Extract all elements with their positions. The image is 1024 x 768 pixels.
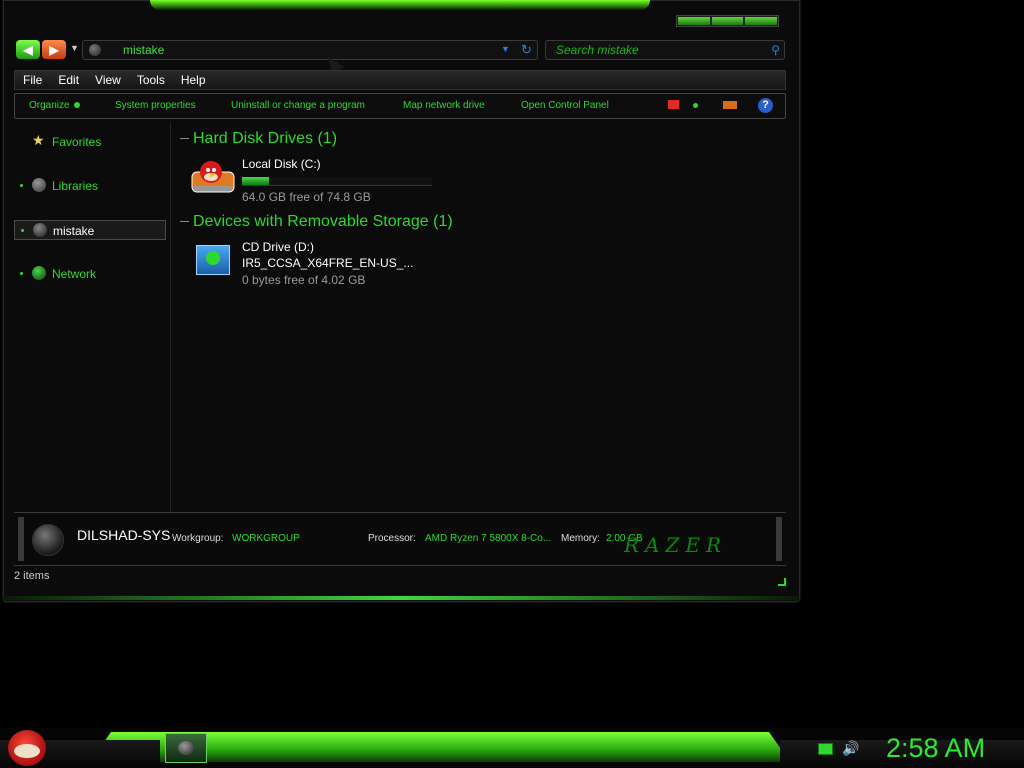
- navigation-pane: ★ Favorites Libraries mistake Network: [14, 122, 170, 512]
- menu-view[interactable]: View: [95, 73, 121, 87]
- collapse-icon: [180, 138, 189, 140]
- map-network-drive-button[interactable]: Map network drive: [403, 100, 485, 111]
- close-button[interactable]: [745, 17, 778, 25]
- menu-help[interactable]: Help: [181, 73, 206, 87]
- razer-logo: RAZER: [624, 533, 728, 557]
- search-placeholder[interactable]: Search mistake: [556, 43, 639, 57]
- computer-icon: [33, 223, 47, 237]
- expand-icon[interactable]: [20, 184, 23, 187]
- details-pane: DILSHAD-SYS Workgroup: WORKGROUP Process…: [14, 512, 786, 566]
- volume-icon[interactable]: 🔊: [842, 740, 859, 757]
- view-options-icon[interactable]: [668, 100, 679, 109]
- help-icon[interactable]: ?: [758, 98, 773, 113]
- title-glow: [150, 0, 650, 10]
- organize-dropdown-icon: [73, 102, 80, 109]
- organize-button[interactable]: Organize: [29, 100, 80, 111]
- nav-network-label: Network: [52, 267, 97, 281]
- processor-value: AMD Ryzen 7 5800X 8-Co...: [425, 533, 552, 544]
- nav-computer-label: mistake: [53, 224, 95, 238]
- nav-libraries-label: Libraries: [52, 179, 99, 193]
- uninstall-program-button[interactable]: Uninstall or change a program: [231, 100, 365, 111]
- menu-bar: File Edit View Tools Help: [14, 70, 786, 90]
- computer-name: DILSHAD-SYS: [77, 527, 171, 543]
- search-icon[interactable]: ⚲: [771, 43, 780, 57]
- address-bar[interactable]: mistake ▼ ↻: [82, 40, 538, 60]
- recent-pages-dropdown-icon[interactable]: ▼: [70, 43, 79, 53]
- address-text: mistake: [123, 43, 165, 57]
- open-control-panel-button[interactable]: Open Control Panel: [521, 100, 609, 111]
- minimize-button[interactable]: [678, 17, 710, 25]
- processor-label: Processor:: [368, 533, 416, 544]
- resize-grip-icon[interactable]: [778, 578, 786, 586]
- workgroup-value: WORKGROUP: [232, 533, 300, 544]
- local-disk-icon[interactable]: [190, 158, 236, 198]
- collapse-icon: [180, 221, 189, 223]
- nav-libraries[interactable]: Libraries: [14, 176, 166, 196]
- nav-network[interactable]: Network: [14, 264, 166, 284]
- taskbar-explorer-button[interactable]: [165, 733, 207, 763]
- group-hdd-title: Hard Disk Drives (1): [193, 130, 338, 147]
- system-properties-button[interactable]: System properties: [115, 100, 196, 111]
- libraries-icon: [32, 178, 46, 192]
- menu-file[interactable]: File: [23, 73, 42, 87]
- network-tray-icon[interactable]: [818, 743, 833, 755]
- cd-drive-label: IR5_CCSA_X64FRE_EN-US_...: [242, 256, 414, 270]
- cd-drive-icon[interactable]: [196, 245, 230, 275]
- computer-icon: [32, 524, 64, 556]
- start-button-angry-bird-icon[interactable]: [8, 730, 46, 766]
- cd-drive-name[interactable]: CD Drive (D:): [242, 240, 314, 254]
- network-icon: [32, 266, 46, 280]
- local-disk-free-space: 64.0 GB free of 74.8 GB: [242, 190, 371, 204]
- address-dropdown-icon[interactable]: ▼: [501, 44, 510, 54]
- local-disk-usage-bar: [242, 177, 432, 186]
- workgroup-label: Workgroup:: [172, 533, 224, 544]
- preview-pane-icon[interactable]: [723, 101, 737, 109]
- organize-label: Organize: [29, 100, 70, 111]
- group-removable-title: Devices with Removable Storage (1): [193, 213, 453, 230]
- nav-favorites[interactable]: ★ Favorites: [14, 132, 166, 152]
- search-box[interactable]: Search mistake ⚲: [545, 40, 785, 60]
- group-removable-storage[interactable]: Devices with Removable Storage (1): [180, 213, 453, 231]
- memory-label: Memory:: [561, 533, 600, 544]
- pane-divider[interactable]: [170, 122, 171, 512]
- back-button[interactable]: ◀: [16, 40, 40, 59]
- menu-tools[interactable]: Tools: [137, 73, 165, 87]
- local-disk-name[interactable]: Local Disk (C:): [242, 157, 321, 171]
- nav-computer[interactable]: mistake: [14, 220, 166, 240]
- taskbar-clock[interactable]: 2:58 AM: [886, 733, 985, 764]
- maximize-button[interactable]: [711, 17, 744, 25]
- command-bar: Organize System properties Uninstall or …: [14, 93, 786, 119]
- usage-bar-fill: [242, 177, 270, 185]
- nav-favorites-label: Favorites: [52, 135, 102, 149]
- group-hard-disk-drives[interactable]: Hard Disk Drives (1): [180, 130, 337, 148]
- details-left-edge: [18, 517, 24, 561]
- forward-button[interactable]: ▶: [42, 40, 66, 59]
- refresh-icon[interactable]: ↻: [521, 42, 532, 58]
- details-right-edge: [776, 517, 782, 561]
- expand-icon[interactable]: [20, 272, 23, 275]
- computer-icon: [89, 44, 101, 56]
- menu-edit[interactable]: Edit: [58, 73, 79, 87]
- view-dropdown-icon[interactable]: [693, 103, 698, 108]
- expand-icon[interactable]: [21, 229, 24, 232]
- cd-drive-free-space: 0 bytes free of 4.02 GB: [242, 273, 366, 287]
- explorer-icon: [178, 741, 194, 755]
- window-controls[interactable]: [676, 15, 779, 27]
- star-icon: ★: [32, 132, 45, 148]
- window-bottom-glow: [3, 596, 798, 600]
- status-item-count: 2 items: [14, 570, 50, 582]
- nav-buttons: ◀ ▶: [16, 40, 68, 60]
